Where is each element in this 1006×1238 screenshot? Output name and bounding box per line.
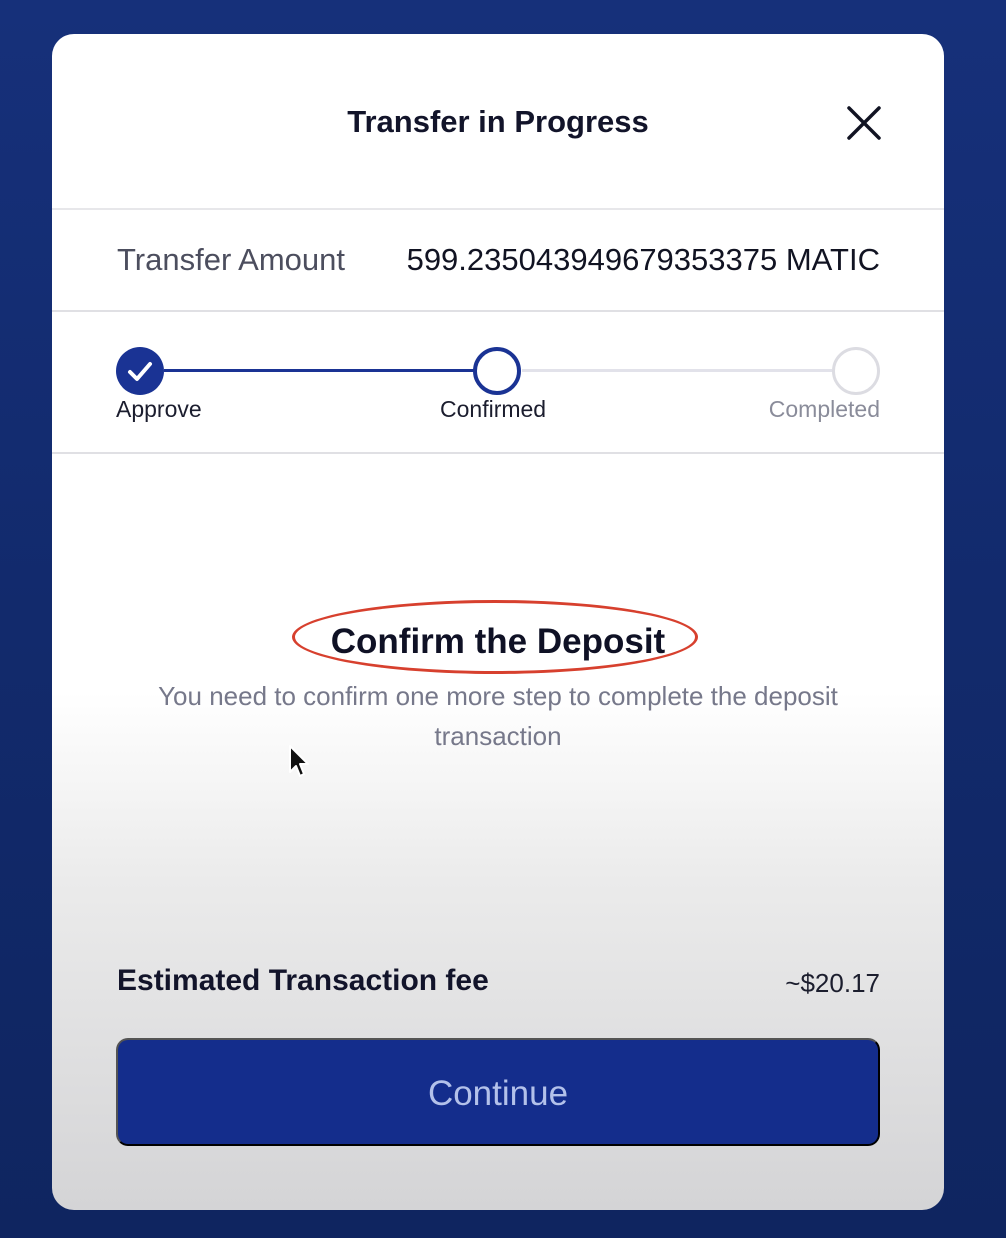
transfer-modal: Transfer in Progress Transfer Amount 599… bbox=[52, 34, 944, 1210]
step-confirmed-label: Confirmed bbox=[440, 396, 547, 422]
content-description: You need to confirm one more step to com… bbox=[158, 681, 838, 751]
step-completed-indicator bbox=[832, 347, 880, 395]
step-connector-pending bbox=[522, 369, 832, 372]
fee-value: ~$20.17 bbox=[785, 968, 880, 998]
step-confirmed-indicator bbox=[473, 347, 521, 395]
transfer-amount-label: Transfer Amount bbox=[117, 242, 346, 277]
close-button[interactable] bbox=[845, 104, 883, 142]
close-icon bbox=[847, 106, 881, 140]
step-approve-label: Approve bbox=[116, 396, 202, 422]
progress-stepper: Approve Confirmed Completed bbox=[52, 312, 944, 454]
transfer-amount-row: Transfer Amount 599.235043949679353375 M… bbox=[52, 210, 944, 312]
check-icon bbox=[128, 362, 152, 381]
transfer-amount-value: 599.235043949679353375 MATIC bbox=[406, 242, 880, 277]
modal-title: Transfer in Progress bbox=[347, 104, 649, 139]
continue-button[interactable]: Continue bbox=[116, 1038, 880, 1146]
step-completed-label: Completed bbox=[768, 396, 880, 422]
step-approve-indicator bbox=[116, 347, 164, 395]
fee-label: Estimated Transaction fee bbox=[117, 964, 489, 997]
content-title: Confirm the Deposit bbox=[330, 622, 666, 661]
modal-header: Transfer in Progress bbox=[52, 34, 944, 210]
step-connector-done bbox=[164, 369, 486, 372]
mouse-cursor-icon bbox=[289, 745, 309, 777]
